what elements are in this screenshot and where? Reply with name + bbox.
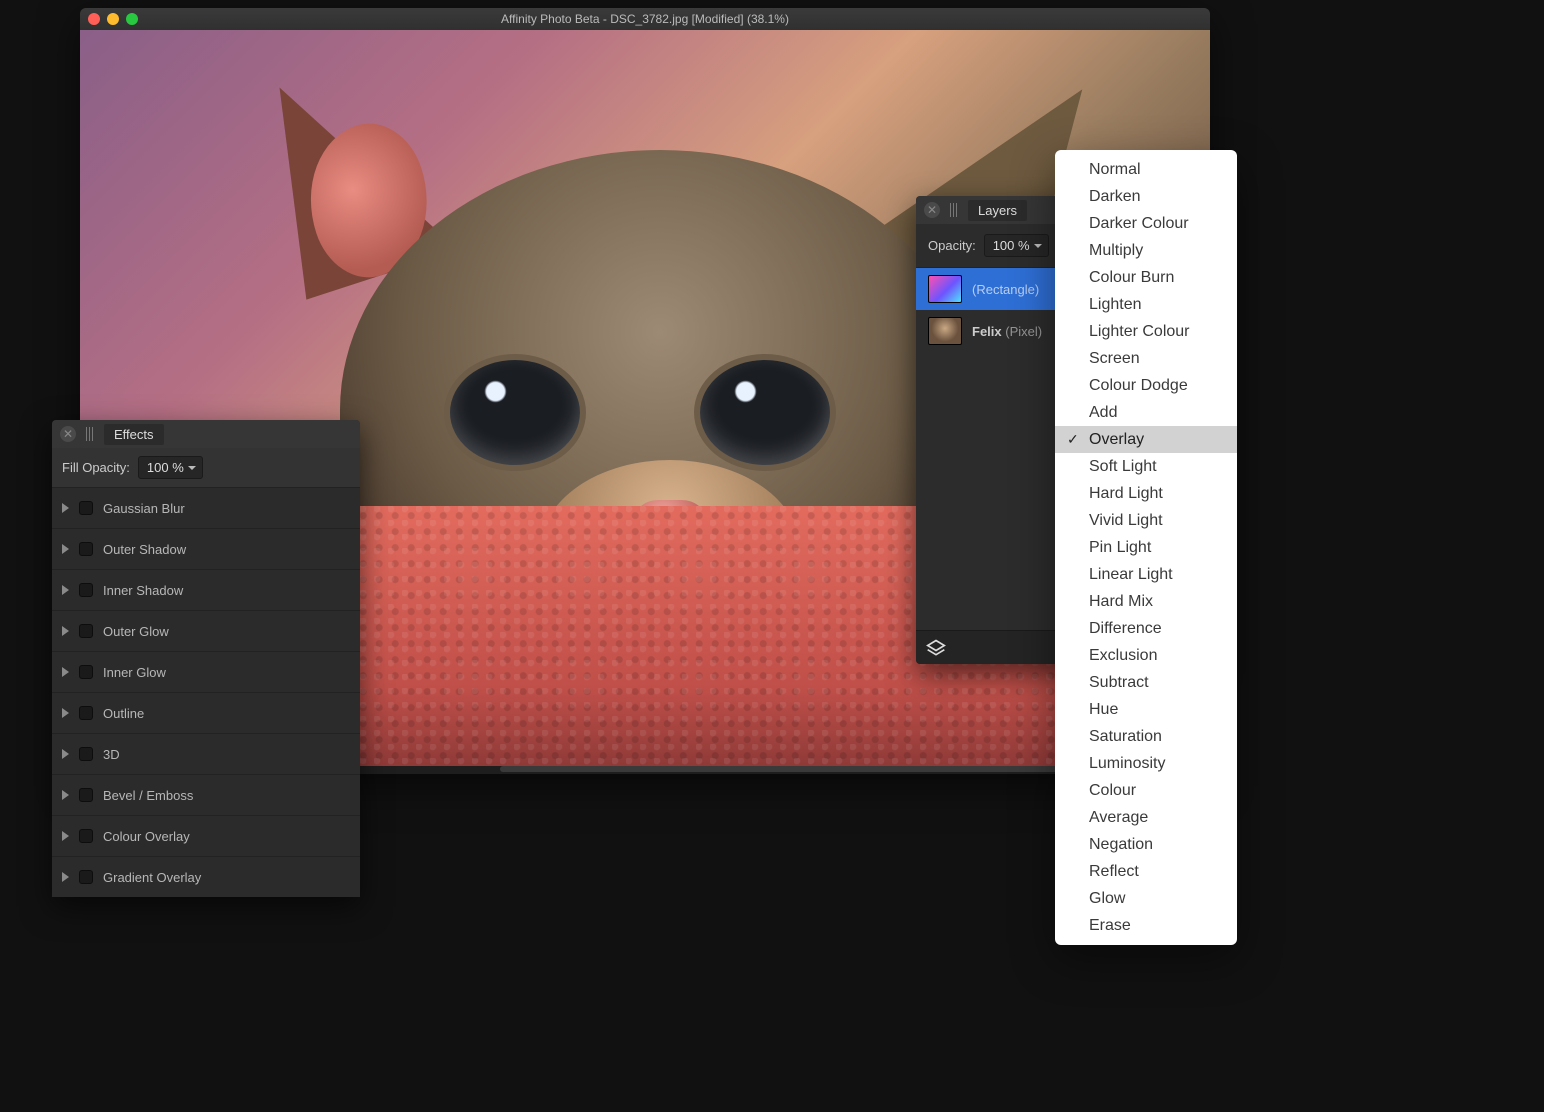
titlebar[interactable]: Affinity Photo Beta - DSC_3782.jpg [Modi… (80, 8, 1210, 30)
effect-row[interactable]: Outline (52, 692, 360, 733)
blend-mode-item[interactable]: Hard Light (1055, 480, 1237, 507)
blend-mode-item[interactable]: Luminosity (1055, 750, 1237, 777)
blend-mode-item[interactable]: Screen (1055, 345, 1237, 372)
effect-checkbox[interactable] (79, 624, 93, 638)
blend-mode-item[interactable]: Soft Light (1055, 453, 1237, 480)
blend-mode-item[interactable]: Lighten (1055, 291, 1237, 318)
effect-row[interactable]: 3D (52, 733, 360, 774)
effect-label: Bevel / Emboss (103, 788, 193, 803)
opacity-label: Opacity: (928, 238, 976, 253)
blend-mode-item[interactable]: Reflect (1055, 858, 1237, 885)
effect-label: Outline (103, 706, 144, 721)
effect-label: Outer Shadow (103, 542, 186, 557)
layers-stack-icon[interactable] (926, 638, 946, 658)
blend-mode-item[interactable]: Hue (1055, 696, 1237, 723)
effect-checkbox[interactable] (79, 583, 93, 597)
disclosure-triangle-icon[interactable] (62, 708, 69, 718)
layer-name: (Rectangle) (972, 282, 1039, 297)
zoom-window-button[interactable] (126, 13, 138, 25)
blend-mode-item[interactable]: Linear Light (1055, 561, 1237, 588)
effect-checkbox[interactable] (79, 788, 93, 802)
blend-mode-item[interactable]: Colour Burn (1055, 264, 1237, 291)
blend-mode-item[interactable]: Glow (1055, 885, 1237, 912)
effect-row[interactable]: Bevel / Emboss (52, 774, 360, 815)
effect-checkbox[interactable] (79, 706, 93, 720)
layer-thumbnail[interactable] (928, 317, 962, 345)
blend-mode-item[interactable]: Overlay (1055, 426, 1237, 453)
effect-row[interactable]: Gradient Overlay (52, 856, 360, 897)
effect-checkbox[interactable] (79, 501, 93, 515)
blend-mode-menu: NormalDarkenDarker ColourMultiplyColour … (1055, 150, 1237, 945)
effects-fill-opacity-row: Fill Opacity: 100 % (52, 448, 360, 487)
effects-tab[interactable]: Effects (104, 424, 164, 445)
blend-mode-item[interactable]: Colour (1055, 777, 1237, 804)
blend-mode-item[interactable]: Darken (1055, 183, 1237, 210)
disclosure-triangle-icon[interactable] (62, 503, 69, 513)
opacity-dropdown[interactable]: 100 % (984, 234, 1049, 257)
effect-row[interactable]: Outer Shadow (52, 528, 360, 569)
blend-mode-item[interactable]: Difference (1055, 615, 1237, 642)
disclosure-triangle-icon[interactable] (62, 544, 69, 554)
blend-mode-item[interactable]: Vivid Light (1055, 507, 1237, 534)
disclosure-triangle-icon[interactable] (62, 831, 69, 841)
blend-mode-item[interactable]: Exclusion (1055, 642, 1237, 669)
blend-mode-item[interactable]: Normal (1055, 156, 1237, 183)
blend-mode-item[interactable]: Average (1055, 804, 1237, 831)
blend-mode-item[interactable]: Add (1055, 399, 1237, 426)
effect-checkbox[interactable] (79, 870, 93, 884)
effect-row[interactable]: Inner Glow (52, 651, 360, 692)
disclosure-triangle-icon[interactable] (62, 626, 69, 636)
effect-row[interactable]: Inner Shadow (52, 569, 360, 610)
layer-thumbnail[interactable] (928, 275, 962, 303)
fill-opacity-label: Fill Opacity: (62, 460, 130, 475)
effect-checkbox[interactable] (79, 542, 93, 556)
blend-mode-item[interactable]: Saturation (1055, 723, 1237, 750)
close-icon[interactable]: ✕ (60, 426, 76, 442)
layer-name: Felix (Pixel) (972, 324, 1042, 339)
effect-label: Outer Glow (103, 624, 169, 639)
effect-row[interactable]: Colour Overlay (52, 815, 360, 856)
blend-mode-item[interactable]: Erase (1055, 912, 1237, 939)
drag-handle-icon[interactable] (86, 427, 94, 441)
window-controls (88, 13, 138, 25)
effect-row[interactable]: Outer Glow (52, 610, 360, 651)
disclosure-triangle-icon[interactable] (62, 749, 69, 759)
effect-checkbox[interactable] (79, 829, 93, 843)
blend-mode-item[interactable]: Darker Colour (1055, 210, 1237, 237)
window-title: Affinity Photo Beta - DSC_3782.jpg [Modi… (80, 12, 1210, 26)
blend-mode-item[interactable]: Multiply (1055, 237, 1237, 264)
effect-label: 3D (103, 747, 120, 762)
effect-label: Inner Shadow (103, 583, 183, 598)
effects-panel-header[interactable]: ✕ Effects (52, 420, 360, 448)
fill-opacity-dropdown[interactable]: 100 % (138, 456, 203, 479)
blend-mode-item[interactable]: Lighter Colour (1055, 318, 1237, 345)
close-icon[interactable]: ✕ (924, 202, 940, 218)
effect-row[interactable]: Gaussian Blur (52, 487, 360, 528)
minimize-window-button[interactable] (107, 13, 119, 25)
disclosure-triangle-icon[interactable] (62, 585, 69, 595)
effect-checkbox[interactable] (79, 747, 93, 761)
blend-mode-item[interactable]: Colour Dodge (1055, 372, 1237, 399)
disclosure-triangle-icon[interactable] (62, 790, 69, 800)
blend-mode-item[interactable]: Pin Light (1055, 534, 1237, 561)
effect-label: Gradient Overlay (103, 870, 201, 885)
blend-mode-item[interactable]: Negation (1055, 831, 1237, 858)
disclosure-triangle-icon[interactable] (62, 872, 69, 882)
effect-label: Inner Glow (103, 665, 166, 680)
disclosure-triangle-icon[interactable] (62, 667, 69, 677)
effects-panel: ✕ Effects Fill Opacity: 100 % Gaussian B… (52, 420, 360, 897)
drag-handle-icon[interactable] (950, 203, 958, 217)
effect-checkbox[interactable] (79, 665, 93, 679)
blend-mode-item[interactable]: Hard Mix (1055, 588, 1237, 615)
effect-label: Gaussian Blur (103, 501, 185, 516)
horizontal-scrollbar[interactable] (500, 766, 1140, 772)
close-window-button[interactable] (88, 13, 100, 25)
layers-tab[interactable]: Layers (968, 200, 1027, 221)
blend-mode-item[interactable]: Subtract (1055, 669, 1237, 696)
effects-list: Gaussian Blur Outer Shadow Inner Shadow Out… (52, 487, 360, 897)
effect-label: Colour Overlay (103, 829, 190, 844)
